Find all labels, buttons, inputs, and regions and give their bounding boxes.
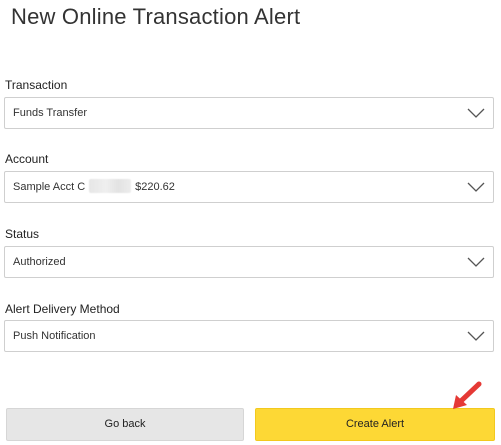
account-label: Account (5, 152, 49, 166)
transaction-select-value: Funds Transfer (13, 107, 87, 119)
go-back-button[interactable]: Go back (6, 408, 244, 441)
status-select-value: Authorized (13, 256, 66, 268)
delivery-method-label: Alert Delivery Method (5, 302, 120, 316)
account-name: Sample Acct C (13, 181, 86, 193)
create-alert-button[interactable]: Create Alert (255, 408, 495, 441)
delivery-method-select[interactable]: Push Notification (4, 320, 494, 352)
masked-account-number (89, 179, 132, 194)
page-title: New Online Transaction Alert (11, 4, 301, 29)
red-arrow-icon (453, 381, 482, 409)
chevron-down-icon (467, 108, 485, 118)
account-balance: $220.62 (135, 181, 175, 193)
status-label: Status (5, 227, 40, 241)
transaction-label: Transaction (5, 78, 68, 92)
delivery-method-select-value: Push Notification (13, 330, 96, 342)
account-select[interactable]: Sample Acct C $220.62 (4, 171, 494, 203)
chevron-down-icon (467, 257, 485, 267)
account-select-value: Sample Acct C $220.62 (13, 172, 175, 202)
status-select[interactable]: Authorized (4, 246, 494, 278)
chevron-down-icon (467, 182, 485, 192)
chevron-down-icon (467, 331, 485, 341)
transaction-select[interactable]: Funds Transfer (4, 97, 494, 129)
